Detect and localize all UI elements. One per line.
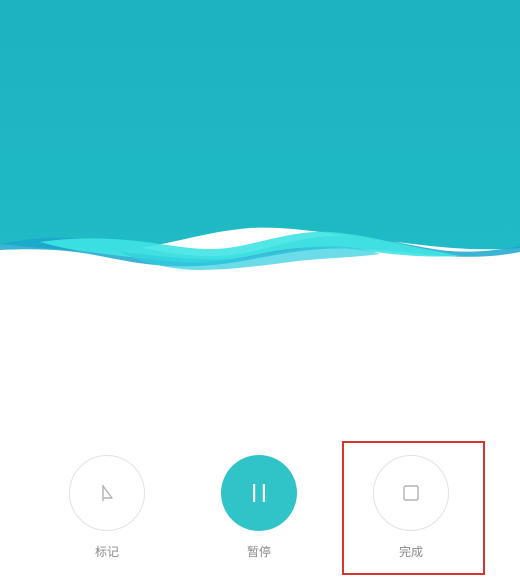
mark-button[interactable]	[69, 455, 145, 531]
flag-icon	[102, 485, 113, 501]
pause-control: 暂停	[214, 455, 304, 559]
mark-label: 标记	[94, 545, 119, 559]
done-control: 完成	[366, 455, 456, 559]
pause-label: 暂停	[246, 545, 271, 559]
waveform-graphic	[0, 0, 520, 270]
recorder-screen: 标记 暂停 完成	[0, 0, 520, 583]
pause-icon	[253, 484, 265, 502]
recorder-controls: 标记 暂停 完成	[0, 455, 520, 583]
stop-icon	[403, 485, 419, 501]
pause-button[interactable]	[221, 455, 297, 531]
waveform-visualization	[0, 0, 520, 290]
mark-control: 标记	[62, 455, 152, 559]
done-label: 完成	[398, 545, 423, 559]
done-button[interactable]	[373, 455, 449, 531]
